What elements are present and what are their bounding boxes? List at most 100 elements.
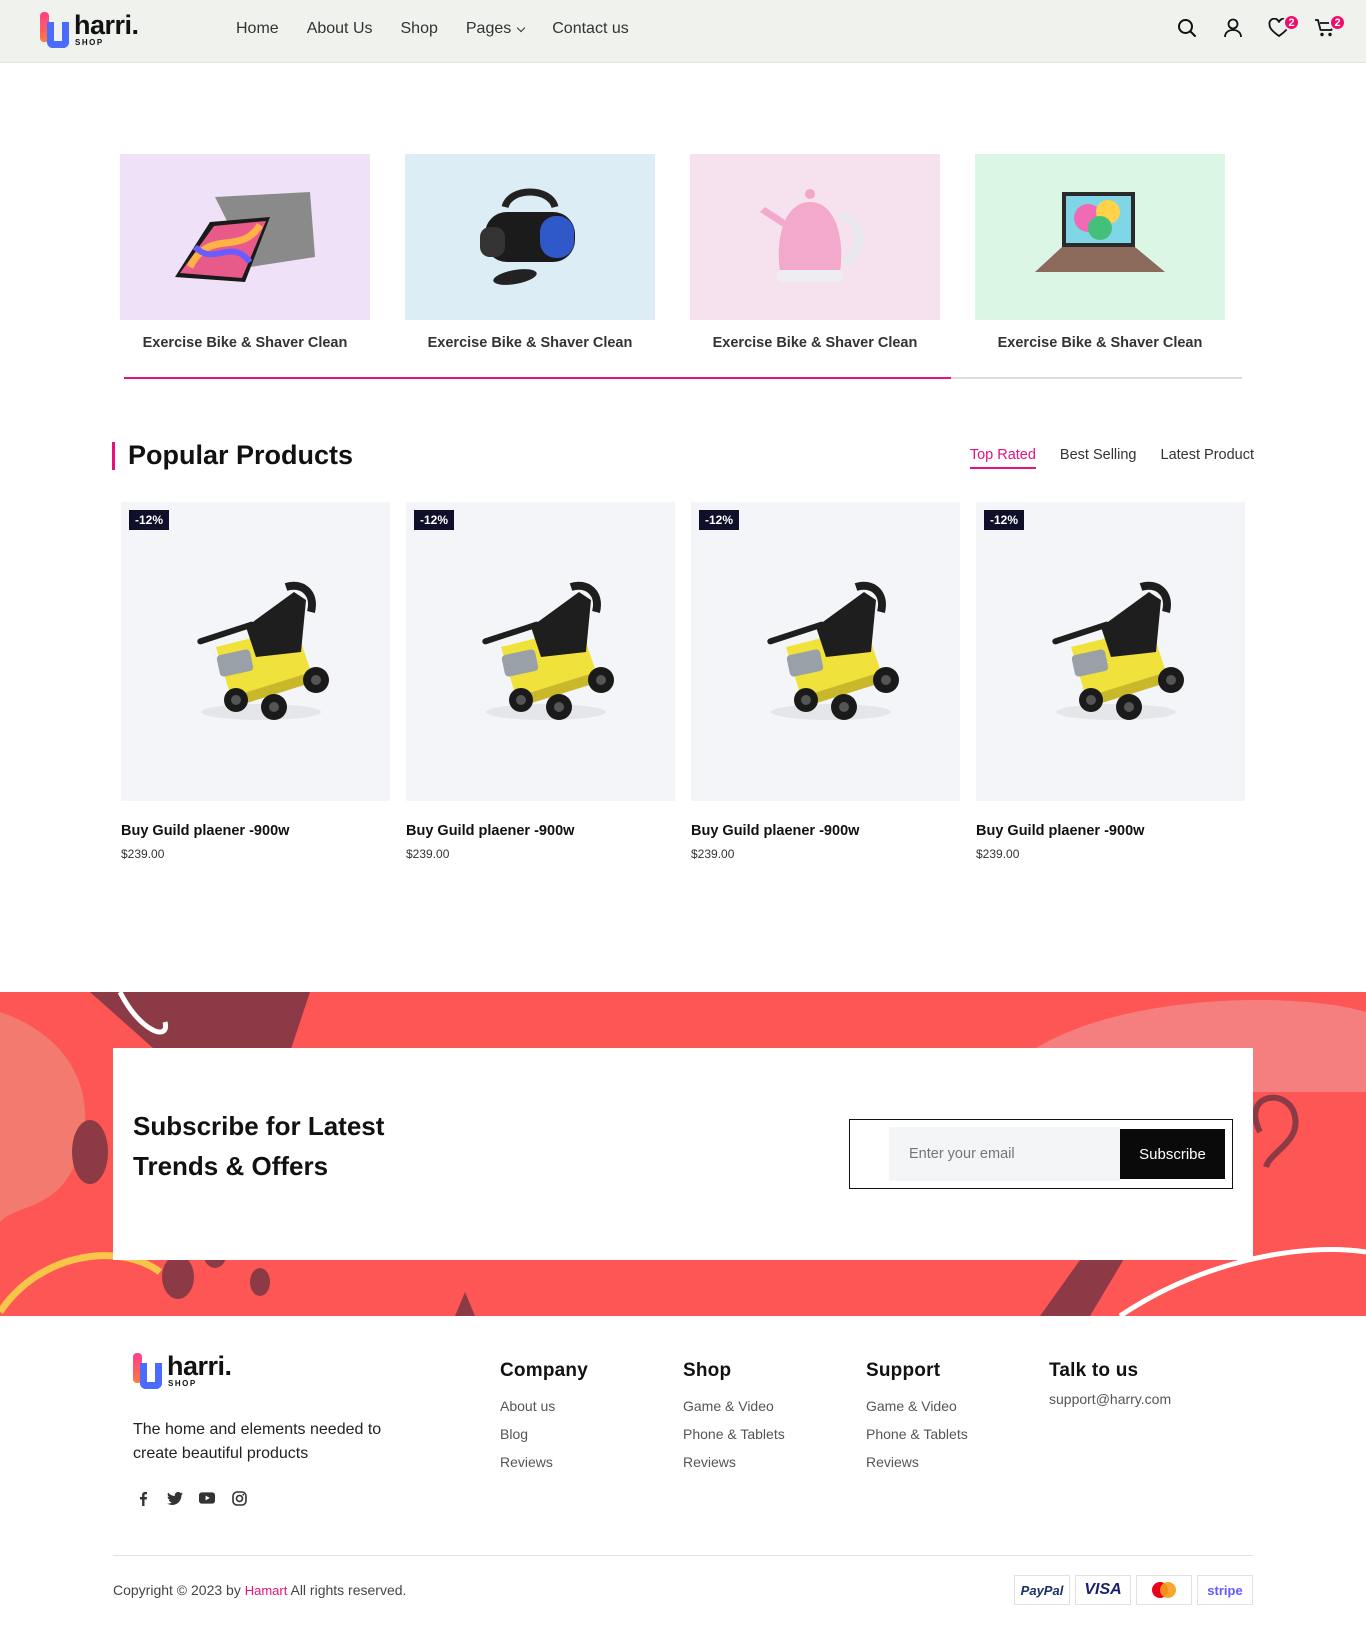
tab-top-rated[interactable]: Top Rated — [969, 447, 1036, 469]
nav-about-us[interactable]: About Us — [307, 20, 373, 38]
product-price: $239.00 — [121, 847, 165, 861]
nav-home[interactable]: Home — [236, 20, 279, 38]
product-card[interactable]: -12% Buy Guild plaener -900w $239.00 — [976, 502, 1245, 861]
footer-link[interactable]: Game & Video — [683, 1392, 785, 1420]
email-input[interactable] — [889, 1127, 1120, 1181]
paypal-icon: PayPal — [1014, 1575, 1070, 1605]
footer-link[interactable]: Phone & Tablets — [683, 1420, 785, 1448]
footer-divider — [113, 1555, 1253, 1556]
carousel-progress-bar — [124, 377, 1242, 379]
subscribe-heading-line1: Subscribe for Latest — [133, 1111, 385, 1141]
category-label: Exercise Bike & Shaver Clean — [997, 335, 1203, 351]
nav-pages[interactable]: Pages — [465, 20, 526, 38]
category-card[interactable]: Exercise Bike & Shaver Clean — [975, 154, 1225, 351]
cart-count-badge: 2 — [1329, 14, 1346, 31]
product-tabs: Top Rated Best Selling Latest Product — [969, 447, 1255, 469]
product-image[interactable]: -12% — [976, 502, 1245, 801]
subscribe-form: Subscribe — [849, 1119, 1233, 1189]
category-carousel: Exercise Bike & Shaver Clean Exercise Bi… — [120, 154, 1225, 351]
facebook-icon[interactable] — [135, 1490, 151, 1506]
search-button[interactable] — [1174, 14, 1200, 42]
discount-badge: -12% — [984, 510, 1025, 530]
category-card[interactable]: Exercise Bike & Shaver Clean — [120, 154, 370, 351]
youtube-icon[interactable] — [199, 1490, 215, 1506]
instagram-icon[interactable] — [231, 1490, 247, 1506]
product-image[interactable]: -12% — [691, 502, 960, 801]
category-label: Exercise Bike & Shaver Clean — [427, 335, 633, 351]
footer-column-title: Company — [500, 1360, 588, 1381]
footer-link[interactable]: Reviews — [683, 1448, 785, 1476]
product-name[interactable]: Buy Guild plaener -900w — [691, 823, 960, 839]
product-image[interactable]: -12% — [406, 502, 675, 801]
product-name[interactable]: Buy Guild plaener -900w — [406, 823, 675, 839]
subscribe-button[interactable]: Subscribe — [1120, 1129, 1225, 1179]
footer-column-support: Support Game & Video Phone & Tablets Rev… — [866, 1360, 968, 1476]
pressure-washer-icon — [766, 581, 899, 720]
cart-button[interactable]: 2 — [1312, 14, 1346, 42]
wishlist-count-badge: 2 — [1283, 14, 1300, 31]
tab-latest-product[interactable]: Latest Product — [1161, 447, 1255, 469]
footer-link[interactable]: Blog — [500, 1420, 588, 1448]
category-label: Exercise Bike & Shaver Clean — [142, 335, 348, 351]
carousel-progress-fill — [124, 377, 952, 379]
product-card[interactable]: -12% Buy Guild plaener -900w $239.00 — [406, 502, 675, 861]
support-email-link[interactable]: support@harry.com — [1049, 1390, 1171, 1408]
footer-link[interactable]: Game & Video — [866, 1392, 968, 1420]
product-name[interactable]: Buy Guild plaener -900w — [976, 823, 1245, 839]
nav-shop[interactable]: Shop — [401, 20, 438, 38]
footer-link[interactable]: Reviews — [500, 1448, 588, 1476]
site-header: harri. SHOP Home About Us Shop Pages Con… — [0, 0, 1366, 63]
footer-link[interactable]: Phone & Tablets — [866, 1420, 968, 1448]
pressure-washer-icon — [196, 581, 329, 720]
category-image-laptop — [975, 154, 1225, 320]
category-card[interactable]: Exercise Bike & Shaver Clean — [405, 154, 655, 351]
tab-best-selling[interactable]: Best Selling — [1060, 447, 1137, 469]
paypal-label: PayPal — [1020, 1582, 1064, 1598]
footer-column-company: Company About us Blog Reviews — [500, 1360, 588, 1476]
category-image-kettle — [690, 154, 940, 320]
footer-link[interactable]: About us — [500, 1392, 588, 1420]
stripe-icon: stripe — [1197, 1575, 1253, 1605]
account-button[interactable] — [1220, 14, 1246, 42]
footer-column-title: Support — [866, 1360, 941, 1381]
social-links — [135, 1490, 247, 1506]
copyright: Copyright © 2023 by Hamart All rights re… — [113, 1582, 406, 1598]
footer-logo[interactable]: harri. SHOP — [133, 1353, 232, 1391]
subscribe-card: Subscribe for Latest Trends & Offers Sub… — [113, 1048, 1253, 1260]
product-price: $239.00 — [976, 847, 1020, 861]
mastercard-icon — [1136, 1575, 1192, 1605]
brand-name: harri. — [74, 10, 139, 40]
laptop-icon — [1035, 192, 1165, 272]
category-card[interactable]: Exercise Bike & Shaver Clean — [690, 154, 940, 351]
search-icon — [1178, 19, 1196, 37]
footer-link[interactable]: Reviews — [866, 1448, 968, 1476]
wishlist-button[interactable]: 2 — [1266, 14, 1300, 42]
nav-pages-label: Pages — [465, 20, 512, 37]
kettle-icon — [760, 189, 864, 282]
section-heading: Popular Products — [112, 440, 353, 471]
product-card[interactable]: -12% Buy Guild plaener -900w $239.00 — [121, 502, 390, 861]
twitter-icon[interactable] — [167, 1490, 183, 1506]
main-nav: Home About Us Shop Pages Contact us — [236, 20, 629, 38]
chevron-down-icon — [517, 23, 526, 32]
discount-badge: -12% — [699, 510, 740, 530]
product-image[interactable]: -12% — [121, 502, 390, 801]
subscribe-heading: Subscribe for Latest Trends & Offers — [133, 1106, 384, 1186]
brand-logo[interactable]: harri. SHOP — [40, 12, 139, 50]
footer-column-contact: Talk to us support@harry.com — [1049, 1360, 1171, 1408]
header-actions: 2 2 — [1174, 14, 1346, 42]
visa-label: VISA — [1084, 1581, 1122, 1598]
footer-about-text: The home and elements needed to create b… — [133, 1421, 382, 1462]
copyright-suffix: All rights reserved. — [290, 1582, 407, 1598]
user-icon — [1224, 18, 1242, 38]
product-name[interactable]: Buy Guild plaener -900w — [121, 823, 390, 839]
nav-contact-us[interactable]: Contact us — [552, 20, 628, 38]
payment-methods: PayPal VISA stripe — [1014, 1575, 1253, 1605]
category-image-tablet — [120, 154, 370, 320]
product-grid: -12% Buy Guild plaener -900w $239.00 -12… — [121, 502, 1245, 861]
product-card[interactable]: -12% Buy Guild plaener -900w $239.00 — [691, 502, 960, 861]
stripe-label: stripe — [1207, 1582, 1243, 1598]
copyright-brand-link[interactable]: Hamart — [245, 1583, 288, 1598]
visa-icon: VISA — [1075, 1575, 1131, 1605]
footer-column-title: Talk to us — [1049, 1360, 1139, 1381]
